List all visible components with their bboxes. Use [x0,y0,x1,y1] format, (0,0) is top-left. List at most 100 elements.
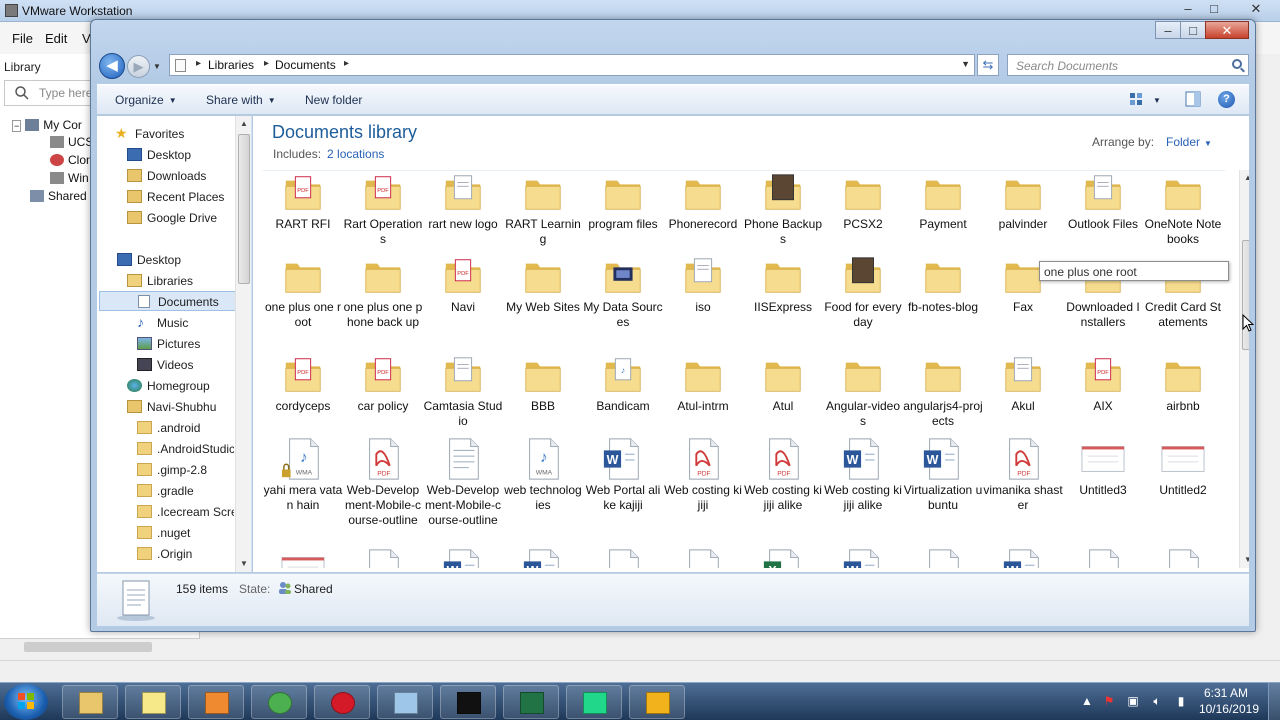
nav-homegroup[interactable]: Homegroup [97,376,234,396]
file-item[interactable]: Atul-intrm [663,353,743,431]
nav-videos[interactable]: Videos [97,355,234,375]
file-item[interactable]: PCSX2 [823,171,903,249]
nav-libraries[interactable]: Libraries [97,271,234,291]
view-options-dropdown-icon[interactable]: ▼ [1153,96,1161,105]
breadcrumb-libraries[interactable]: Libraries [208,58,254,72]
close-button[interactable]: ✕ [1205,21,1249,39]
address-bar[interactable]: ▸ Libraries ▸ Documents ▸ ▼ [169,54,975,76]
nav-pane-scrollbar[interactable]: ▲ ▼ [235,116,251,572]
nav-fav-google-drive[interactable]: Google Drive [97,208,234,228]
file-item[interactable]: angularjs4-projects [903,353,983,431]
nav-folder-icecream[interactable]: .Icecream Scre [97,502,234,522]
taskbar-app-button[interactable] [125,685,181,719]
file-item[interactable]: PDF cordyceps [263,353,343,431]
menu-edit[interactable]: Edit [45,31,67,46]
file-item[interactable]: palvinder [983,171,1063,249]
file-item[interactable] [903,548,983,568]
taskbar-app-button[interactable] [62,685,118,719]
file-item[interactable]: one plus one phone back up [343,254,423,332]
taskbar-app-button[interactable] [251,685,307,719]
file-list-scrollbar[interactable]: ▲ ▼ [1239,170,1249,568]
refresh-button[interactable]: ⇆ [977,54,999,76]
file-item[interactable]: Food for everyday [823,254,903,332]
file-item[interactable]: Payment [903,171,983,249]
file-item[interactable]: ♪ [1143,548,1223,568]
share-with-button[interactable]: Share with ▼ [206,93,276,107]
file-item[interactable]: My Data Sources [583,254,663,332]
file-item[interactable]: PDF RART RFI [263,171,343,249]
nav-fav-downloads[interactable]: Downloads [97,166,234,186]
start-button[interactable] [4,684,48,720]
scroll-down-icon[interactable]: ▼ [240,559,248,568]
file-item[interactable]: PDF Navi [423,254,503,332]
address-dropdown-icon[interactable]: ▼ [961,59,970,69]
maximize-button[interactable]: □ [1180,21,1206,39]
file-item[interactable]: My Web Sites [503,254,583,332]
file-item[interactable]: Untitled3 [1063,437,1143,515]
recent-pages-dropdown[interactable]: ▼ [153,62,161,71]
taskbar-app-button[interactable] [440,685,496,719]
back-button[interactable]: ◀ [99,53,125,79]
nav-folder-android[interactable]: .android [97,418,234,438]
nav-fav-recent-places[interactable]: Recent Places [97,187,234,207]
file-item[interactable]: rart new logo [423,171,503,249]
file-item[interactable]: Atul [743,353,823,431]
library-hscrollbar[interactable] [0,638,200,654]
nav-music[interactable]: ♪ Music [97,313,234,333]
taskbar-app-button[interactable] [629,685,685,719]
breadcrumb-documents[interactable]: Documents [275,58,336,72]
file-item[interactable]: ♪ WMA web technologies [503,437,583,515]
help-icon[interactable]: ? [1218,91,1235,108]
tree-vm-windows[interactable]: Win [50,171,89,185]
file-item[interactable]: PDF Web costing kijiji alike [743,437,823,515]
vmware-close-button[interactable]: ✕ [1244,1,1268,19]
file-item[interactable]: W [983,548,1063,568]
nav-fav-desktop[interactable]: Desktop [97,145,234,165]
file-item[interactable]: X [743,548,823,568]
clock-time[interactable]: 6:31 AM [1204,686,1248,700]
nav-favorites[interactable]: ★ Favorites [97,124,234,144]
scroll-thumb[interactable] [1242,240,1249,350]
nav-folder-origin[interactable]: .Origin [97,544,234,564]
file-item[interactable]: PDF AIX [1063,353,1143,431]
taskbar-app-button[interactable] [377,685,433,719]
change-view-icon[interactable] [1129,92,1143,106]
nav-documents[interactable]: Documents [99,291,236,311]
file-item[interactable]: Akul [983,353,1063,431]
new-folder-button[interactable]: New folder [305,93,362,107]
power-icon[interactable]: ▮ [1174,694,1188,708]
file-item[interactable]: PDF Web costing kijiji [663,437,743,515]
breadcrumb-separator[interactable]: ▸ [264,58,269,69]
vmware-minimize-button[interactable]: – [1176,1,1200,19]
file-item[interactable]: ♪ [583,548,663,568]
taskbar-app-button[interactable] [188,685,244,719]
forward-button[interactable]: ▶ [127,55,150,78]
file-item[interactable]: Angular-videos [823,353,903,431]
nav-pictures[interactable]: Pictures [97,334,234,354]
file-item[interactable]: RART Learning [503,171,583,249]
nav-folder-gimp[interactable]: .gimp-2.8 [97,460,234,480]
scroll-down-icon[interactable]: ▼ [1244,555,1249,564]
file-item[interactable]: PDF car policy [343,353,423,431]
file-item[interactable]: W [423,548,503,568]
file-item[interactable]: iso [663,254,743,332]
file-item[interactable]: PDF Web-Development-Mobile-course-outline [343,437,423,527]
scroll-up-icon[interactable]: ▲ [240,119,248,128]
file-item[interactable]: airbnb [1143,353,1223,431]
taskbar-app-button[interactable] [314,685,370,719]
file-item[interactable]: Phonerecord [663,171,743,249]
show-desktop-button[interactable] [1268,683,1280,720]
network-icon[interactable]: ▣ [1126,694,1140,708]
file-item[interactable]: W [503,548,583,568]
file-item[interactable] [663,548,743,568]
file-item[interactable]: BBB [503,353,583,431]
minimize-button[interactable]: – [1155,21,1181,39]
file-item[interactable]: W Web costing kijiji alike [823,437,903,515]
clock-date[interactable]: 10/16/2019 [1199,702,1259,716]
search-input[interactable]: Search Documents [1007,54,1249,76]
file-item[interactable]: ♪ [343,548,423,568]
file-item[interactable]: ♪ [1063,548,1143,568]
file-item[interactable]: program files [583,171,663,249]
file-item[interactable]: ♪ WMA yahi mera vatan hain [263,437,343,515]
includes-locations-link[interactable]: 2 locations [327,147,384,161]
